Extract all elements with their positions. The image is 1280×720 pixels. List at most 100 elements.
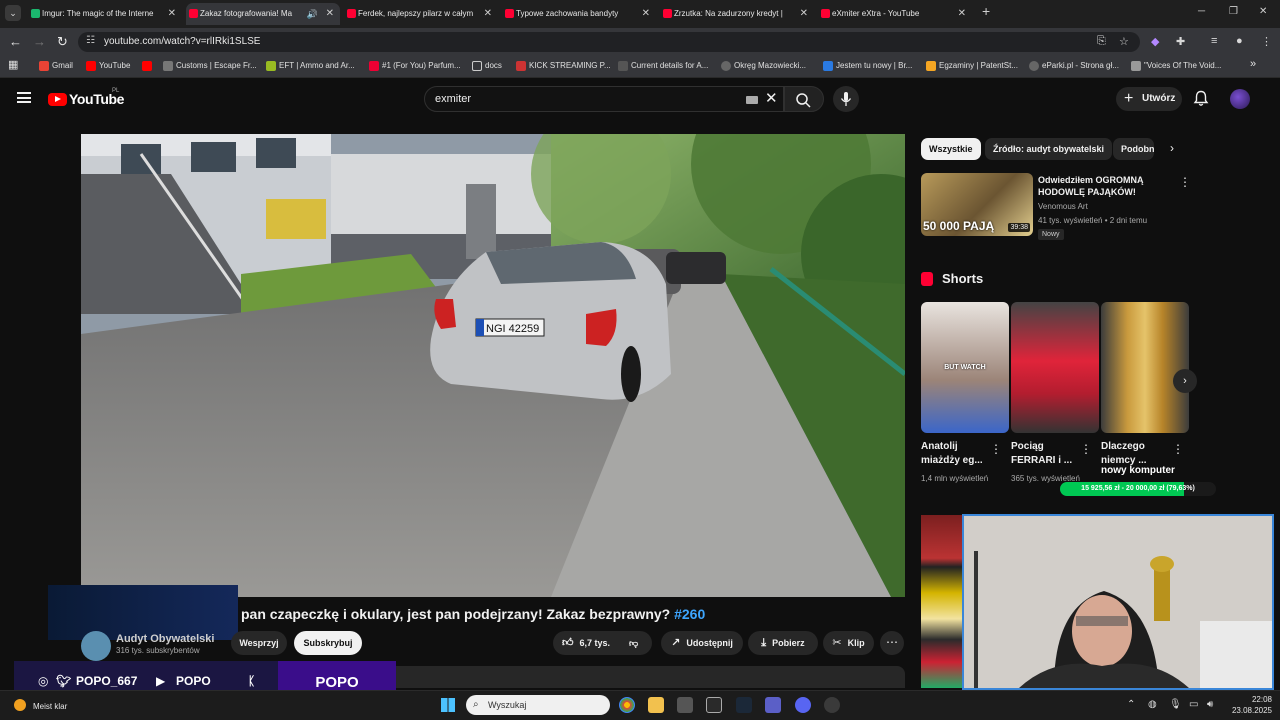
- short-thumbnail[interactable]: BUT WATCH: [921, 302, 1009, 433]
- network-tray-icon[interactable]: ◍: [1148, 699, 1157, 710]
- search-button[interactable]: [784, 86, 824, 112]
- short-thumbnail[interactable]: [1101, 302, 1189, 433]
- site-info-icon[interactable]: ☷: [86, 35, 95, 46]
- restore-icon[interactable]: ❐: [1229, 6, 1238, 17]
- steam-icon[interactable]: [736, 697, 752, 713]
- close-icon[interactable]: ✕: [168, 3, 176, 25]
- microphone-tray-icon[interactable]: 🎙︎: [1169, 699, 1182, 710]
- like-count[interactable]: 6,7 tys.: [580, 638, 611, 648]
- recommended-thumbnails-strip[interactable]: [921, 515, 963, 688]
- tab-search-icon[interactable]: ⌄: [5, 5, 21, 21]
- recommended-thumbnail[interactable]: 50 000 PAJĄ 39:38: [921, 173, 1033, 236]
- bookmark-eparki[interactable]: eParki.pl - Strona gł...: [1029, 60, 1119, 72]
- clear-search-icon[interactable]: ✕: [765, 90, 778, 108]
- url-text[interactable]: youtube.com/watch?v=rlIRki1SLSE: [104, 36, 260, 47]
- kebab-menu-icon[interactable]: ⋮: [1172, 442, 1184, 456]
- taskbar-search-input[interactable]: ⌕ Wyszukaj: [466, 695, 610, 715]
- media-queue-icon[interactable]: ≡: [1211, 35, 1217, 47]
- display-tray-icon[interactable]: ▭: [1189, 699, 1198, 710]
- bookmark-youtube[interactable]: YouTube: [86, 60, 130, 72]
- weather-text[interactable]: Meist klar: [33, 702, 67, 711]
- bookmark-current-details[interactable]: Current details for A...: [618, 60, 708, 72]
- browser-tab[interactable]: Imgur: The magic of the Interne ✕: [28, 3, 182, 25]
- app-icon[interactable]: [706, 697, 722, 713]
- bookmark-okreg[interactable]: Okręg Mazowiecki...: [721, 60, 806, 72]
- chip-similar[interactable]: Podobne: [1113, 138, 1154, 160]
- browser-tab[interactable]: Ferdek, najlepszy pilarz w całym ✕: [344, 3, 498, 25]
- channel-name[interactable]: Audyt Obywatelski: [116, 633, 214, 645]
- short-title[interactable]: Dlaczego niemcy ...: [1101, 440, 1179, 468]
- close-icon[interactable]: ✕: [800, 3, 808, 25]
- window-close-icon[interactable]: ✕: [1259, 6, 1267, 17]
- omnibox[interactable]: ☷ youtube.com/watch?v=rlIRki1SLSE: [78, 32, 1140, 52]
- browser-tab[interactable]: eXmiter eXtra - YouTube ✕: [818, 3, 972, 25]
- system-clock[interactable]: 22:08 23.08.2025: [1226, 694, 1272, 716]
- chevron-right-icon[interactable]: ›: [1173, 369, 1197, 393]
- back-arrow-icon[interactable]: ←: [9, 34, 22, 50]
- minimize-icon[interactable]: ─: [1198, 6, 1205, 17]
- thumbs-up-icon[interactable]: 👍︎: [562, 637, 574, 649]
- browser-tab[interactable]: Zrzutka: Na zadurzony kredyt | ✕: [660, 3, 814, 25]
- obs-icon[interactable]: [824, 697, 840, 713]
- discord-icon[interactable]: [795, 697, 811, 713]
- new-tab-plus-icon[interactable]: +: [982, 3, 990, 19]
- volume-tray-icon[interactable]: 🔊︎: [1207, 699, 1213, 710]
- reload-icon[interactable]: ↻: [57, 34, 68, 50]
- notifications-bell-icon[interactable]: [1193, 90, 1209, 110]
- short-title[interactable]: Anatolij miażdży eg...: [921, 440, 999, 468]
- video-player[interactable]: NGI 42259: [81, 134, 905, 597]
- app-icon[interactable]: [677, 697, 693, 713]
- install-app-icon[interactable]: ⎘: [1097, 35, 1106, 48]
- extensions-puzzle-icon[interactable]: ✚: [1176, 35, 1185, 48]
- hamburger-menu-icon[interactable]: [17, 92, 31, 103]
- teams-icon[interactable]: [765, 697, 781, 713]
- apps-grid-icon[interactable]: ▦: [8, 59, 18, 71]
- bookmark-star-icon[interactable]: ☆: [1119, 35, 1129, 48]
- account-avatar[interactable]: [1230, 89, 1250, 109]
- search-input[interactable]: exmiter ✕: [424, 86, 784, 112]
- download-button[interactable]: ⤓ Pobierz: [748, 631, 818, 655]
- kebab-menu-icon[interactable]: ⋮: [990, 442, 1002, 456]
- channel-avatar[interactable]: [81, 631, 111, 661]
- bookmark-jestem[interactable]: Jestem tu nowy | Br...: [823, 60, 912, 72]
- thumbs-down-icon[interactable]: 👎︎: [629, 631, 638, 655]
- chevron-right-icon[interactable]: ›: [1170, 141, 1174, 155]
- support-button[interactable]: Wesprzyj: [231, 631, 287, 655]
- bookmark-parfum[interactable]: #1 (For You) Parfum...: [369, 60, 461, 72]
- chrome-icon[interactable]: [619, 697, 635, 713]
- browser-tab-active[interactable]: Zakaz fotografowania! Ma 🔊 ✕: [186, 3, 340, 25]
- search-value[interactable]: exmiter: [435, 93, 471, 105]
- more-bookmarks-icon[interactable]: »: [1250, 58, 1256, 70]
- kebab-menu-icon[interactable]: ⋮: [1261, 35, 1272, 48]
- kebab-menu-icon[interactable]: ⋮: [1080, 442, 1092, 456]
- short-title[interactable]: Pociąg FERRARI i ...: [1011, 440, 1089, 468]
- subscribe-button[interactable]: Subskrybuj: [294, 631, 362, 655]
- close-icon[interactable]: ✕: [326, 3, 334, 25]
- clip-button[interactable]: ✂ Klip: [823, 631, 874, 655]
- close-icon[interactable]: ✕: [642, 3, 650, 25]
- voice-search-button[interactable]: [833, 86, 859, 112]
- windows-start-icon[interactable]: [441, 698, 455, 712]
- keyboard-icon[interactable]: [746, 96, 758, 104]
- bookmark-customs[interactable]: Customs | Escape Fr...: [163, 60, 257, 72]
- close-icon[interactable]: ✕: [484, 3, 492, 25]
- recommended-channel[interactable]: Venomous Art: [1038, 202, 1088, 211]
- bookmark-docs[interactable]: docs: [472, 60, 502, 72]
- bookmark-kick[interactable]: KICK STREAMING P...: [516, 60, 611, 72]
- create-button[interactable]: + Utwórz: [1116, 87, 1182, 111]
- bookmark-gmail[interactable]: Gmail: [39, 60, 73, 72]
- bookmark-eft-ammo[interactable]: EFT | Ammo and Ar...: [266, 60, 355, 72]
- file-explorer-icon[interactable]: [648, 697, 664, 713]
- short-thumbnail[interactable]: [1011, 302, 1099, 433]
- profile-icon[interactable]: ●: [1236, 35, 1243, 47]
- speaker-icon[interactable]: 🔊: [307, 3, 318, 25]
- extension-purple-icon[interactable]: ◆: [1151, 35, 1159, 48]
- tray-overflow-icon[interactable]: ⌃: [1127, 699, 1135, 710]
- bookmark-voices[interactable]: "Voices Of The Void...: [1131, 60, 1221, 72]
- chip-all[interactable]: Wszystkie: [921, 138, 981, 160]
- more-actions-icon[interactable]: ⋯: [880, 631, 904, 655]
- forward-arrow-icon[interactable]: →: [33, 34, 46, 50]
- kebab-menu-icon[interactable]: ⋮: [1179, 175, 1191, 189]
- browser-tab[interactable]: Typowe zachowania bandyty ✕: [502, 3, 656, 25]
- weather-moon-icon[interactable]: [14, 699, 26, 711]
